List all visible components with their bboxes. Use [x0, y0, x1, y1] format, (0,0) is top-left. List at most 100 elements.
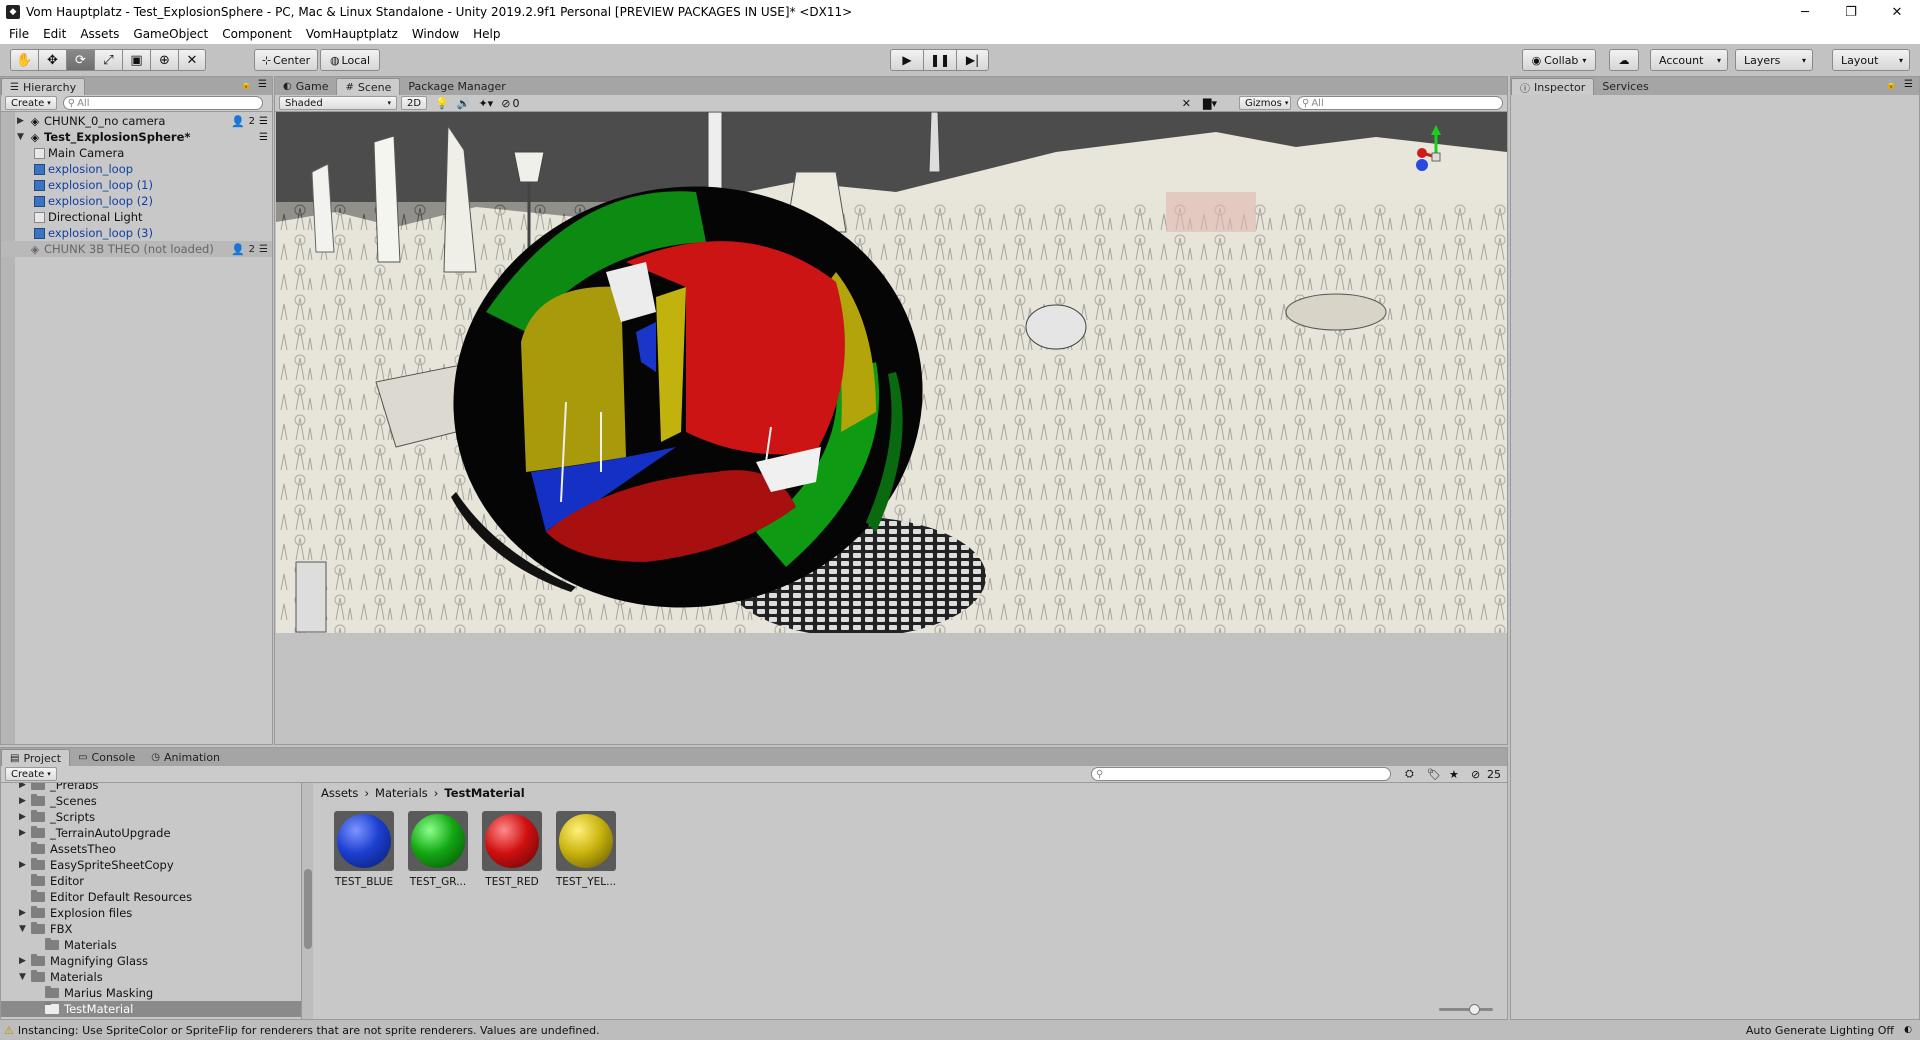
- tools-icon[interactable]: ✕: [1182, 97, 1191, 110]
- lock-icon[interactable]: 🔒: [1886, 80, 1897, 90]
- collapsed-arrow-icon[interactable]: ▶: [19, 812, 29, 822]
- hierarchy-search-input[interactable]: ⚲ All: [62, 96, 263, 110]
- menu-help[interactable]: Help: [466, 27, 507, 41]
- move-tool-icon[interactable]: ✥: [38, 49, 66, 71]
- pause-button[interactable]: ❚❚: [923, 49, 956, 71]
- hierarchy-row-scene-active[interactable]: ▼ ◈ Test_ExplosionSphere* ☰: [1, 129, 272, 145]
- collapsed-arrow-icon[interactable]: ▶: [19, 860, 29, 870]
- hierarchy-row-explosion-loop[interactable]: explosion_loop: [1, 161, 272, 177]
- custom-tool-icon[interactable]: ✕: [178, 49, 206, 71]
- toggle-2d-button[interactable]: 2D: [401, 96, 428, 110]
- folder-terrain-auto-upgrade[interactable]: ▶ _TerrainAutoUpgrade: [19, 825, 171, 841]
- slider-thumb[interactable]: [1469, 1004, 1480, 1015]
- effects-icon[interactable]: ✦▾: [478, 97, 493, 110]
- folder-easy-sprite-sheet[interactable]: ▶ EasySpriteSheetCopy: [19, 857, 174, 873]
- folder-materials[interactable]: ▼ Materials: [19, 969, 103, 985]
- tab-package-manager[interactable]: Package Manager: [400, 78, 513, 95]
- hierarchy-row-scene[interactable]: ▶ ◈ CHUNK_0_no camera 👤 2 ☰: [1, 113, 272, 129]
- camera-icon[interactable]: ▇▾: [1203, 97, 1217, 110]
- breadcrumb-materials[interactable]: Materials: [375, 786, 428, 800]
- collapsed-arrow-icon[interactable]: ▶: [19, 783, 29, 790]
- menu-vomhauptplatz[interactable]: VomHauptplatz: [299, 27, 405, 41]
- menu-assets[interactable]: Assets: [73, 27, 126, 41]
- folder-editor-default-resources[interactable]: Editor Default Resources: [31, 889, 192, 905]
- tab-animation[interactable]: ◷ Animation: [143, 749, 228, 766]
- close-button[interactable]: ✕: [1874, 0, 1920, 24]
- hierarchy-row-explosion-loop-1[interactable]: explosion_loop (1): [1, 177, 272, 193]
- menu-file[interactable]: File: [2, 27, 36, 41]
- folder-fbx[interactable]: ▼ FBX: [19, 921, 72, 937]
- shading-mode-dropdown[interactable]: Shaded ▾: [279, 96, 397, 110]
- collapsed-arrow-icon[interactable]: ▶: [19, 796, 29, 806]
- collapsed-arrow-icon[interactable]: ▶: [17, 116, 27, 126]
- asset-test-yellow[interactable]: TEST_YEL...: [553, 811, 619, 889]
- collapsed-arrow-icon[interactable]: ▶: [19, 828, 29, 838]
- tab-scene[interactable]: # Scene: [336, 78, 401, 95]
- project-create-button[interactable]: Create ▾: [5, 767, 57, 781]
- pivot-local-button[interactable]: ◍ Local: [320, 49, 380, 71]
- folder-marius-masking[interactable]: Marius Masking: [45, 985, 153, 1001]
- asset-test-red[interactable]: TEST_RED: [479, 811, 545, 889]
- folder-tree-scrollbar[interactable]: [301, 783, 313, 1019]
- asset-test-blue[interactable]: TEST_BLUE: [331, 811, 397, 889]
- tab-console[interactable]: ▭ Console: [70, 749, 143, 766]
- hidden-objects-icon[interactable]: ⊘: [501, 97, 510, 110]
- hierarchy-row-directional-light[interactable]: Directional Light: [1, 209, 272, 225]
- breadcrumb-assets[interactable]: Assets: [321, 786, 358, 800]
- pivot-center-button[interactable]: ⊹ Center: [254, 49, 318, 71]
- cloud-button[interactable]: ☁: [1609, 49, 1639, 71]
- hierarchy-row-explosion-loop-3[interactable]: explosion_loop (3): [1, 225, 272, 241]
- rect-tool-icon[interactable]: ▣: [122, 49, 150, 71]
- tab-hierarchy[interactable]: ☰ Hierarchy: [1, 78, 86, 95]
- layout-dropdown[interactable]: Layout ▾: [1832, 49, 1910, 71]
- panel-menu-icon[interactable]: ☰: [1904, 79, 1913, 90]
- filter-type-icon[interactable]: ⛭: [1405, 767, 1414, 781]
- folder-assets-theo[interactable]: AssetsTheo: [31, 841, 116, 857]
- hierarchy-row-main-camera[interactable]: Main Camera: [1, 145, 272, 161]
- expanded-arrow-icon[interactable]: ▼: [19, 924, 29, 934]
- account-dropdown[interactable]: Account ▾: [1650, 49, 1728, 71]
- breadcrumb-testmaterial[interactable]: TestMaterial: [444, 786, 524, 800]
- collapsed-arrow-icon[interactable]: ▶: [19, 908, 29, 918]
- folder-editor[interactable]: Editor: [31, 873, 84, 889]
- folder-prefabs[interactable]: ▶ _Prefabs: [19, 783, 98, 793]
- hierarchy-row-explosion-loop-2[interactable]: explosion_loop (2): [1, 193, 272, 209]
- menu-gameobject[interactable]: GameObject: [126, 27, 215, 41]
- scene-search-input[interactable]: ⚲ All: [1297, 96, 1503, 110]
- expanded-arrow-icon[interactable]: ▼: [17, 132, 27, 142]
- rotate-tool-icon[interactable]: ⟳: [66, 49, 94, 71]
- row-menu-icon[interactable]: ☰: [259, 132, 268, 143]
- scrollbar-thumb[interactable]: [304, 869, 312, 949]
- lighting-icon[interactable]: 💡: [435, 97, 449, 110]
- layers-dropdown[interactable]: Layers ▾: [1735, 49, 1813, 71]
- tab-services[interactable]: Services: [1594, 78, 1656, 95]
- folder-test-material[interactable]: TestMaterial: [1, 1001, 301, 1017]
- favorite-star-icon[interactable]: ★: [1449, 768, 1459, 781]
- play-button[interactable]: ▶: [890, 49, 923, 71]
- project-search-input[interactable]: ⚲: [1091, 767, 1391, 781]
- step-button[interactable]: ▶|: [956, 49, 989, 71]
- tab-game[interactable]: ◐ Game: [275, 78, 336, 95]
- panel-menu-icon[interactable]: ☰: [258, 79, 267, 90]
- collab-dropdown[interactable]: ◉ Collab ▾: [1522, 49, 1596, 71]
- minimize-button[interactable]: ─: [1782, 0, 1828, 24]
- maximize-button[interactable]: ❐: [1828, 0, 1874, 24]
- gizmos-dropdown[interactable]: Gizmos ▾: [1239, 96, 1291, 110]
- folder-scenes[interactable]: ▶ _Scenes: [19, 793, 97, 809]
- status-message[interactable]: Instancing: Use SpriteColor or SpriteFli…: [18, 1024, 600, 1037]
- row-menu-icon[interactable]: ☰: [259, 244, 268, 255]
- menu-edit[interactable]: Edit: [36, 27, 73, 41]
- scene-viewport[interactable]: [276, 112, 1507, 633]
- folder-explosion-files[interactable]: ▶ Explosion files: [19, 905, 132, 921]
- folder-scripts[interactable]: ▶ _Scripts: [19, 809, 95, 825]
- filter-label-icon[interactable]: 🏷: [1427, 768, 1441, 781]
- row-menu-icon[interactable]: ☰: [259, 116, 268, 127]
- scale-tool-icon[interactable]: ⤢: [94, 49, 122, 71]
- hand-tool-icon[interactable]: ✋: [10, 49, 38, 71]
- expanded-arrow-icon[interactable]: ▼: [19, 972, 29, 982]
- folder-magnifying-glass[interactable]: ▶ Magnifying Glass: [19, 953, 148, 969]
- collapsed-arrow-icon[interactable]: ▶: [19, 956, 29, 966]
- tab-project[interactable]: ▤ Project: [1, 749, 71, 766]
- transform-tool-icon[interactable]: ⊕: [150, 49, 178, 71]
- hierarchy-create-button[interactable]: Create ▾: [5, 96, 57, 110]
